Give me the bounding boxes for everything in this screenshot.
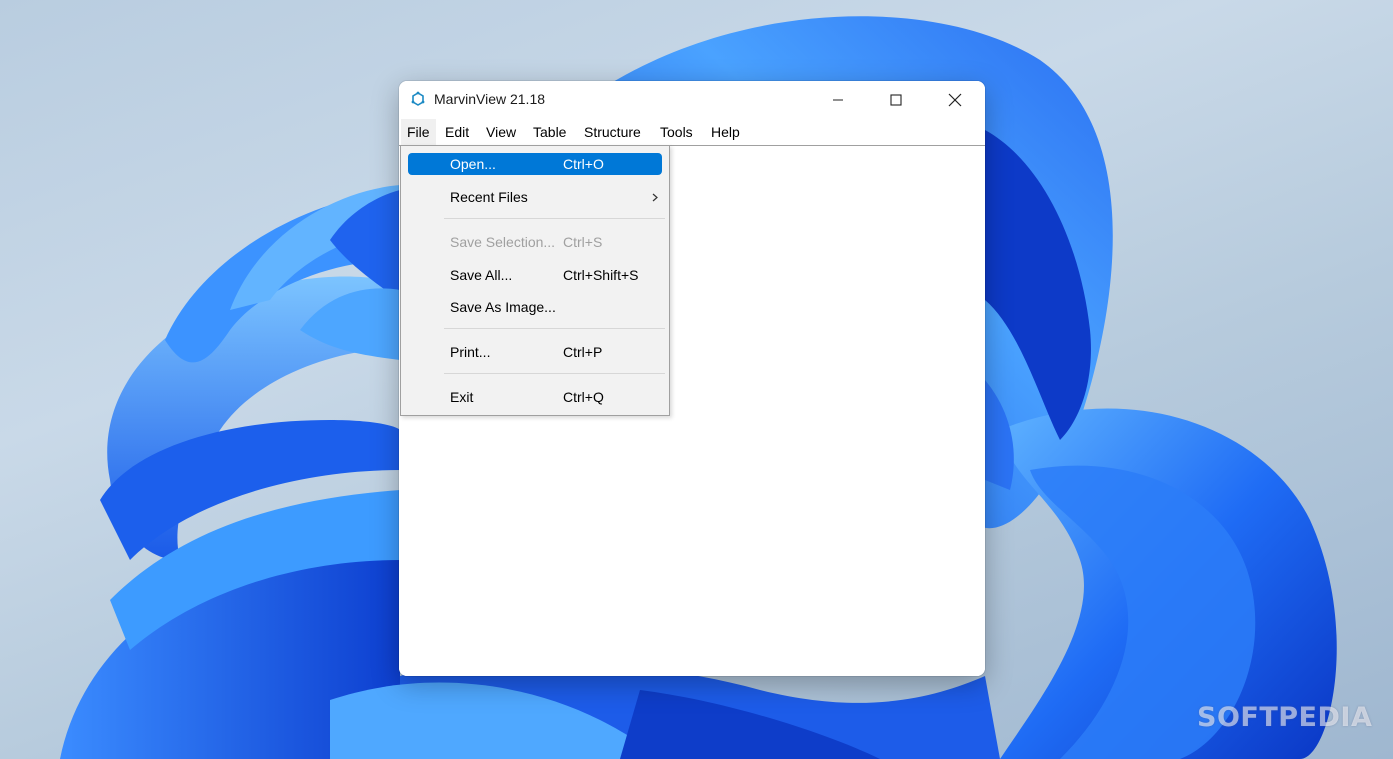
menu-item-exit[interactable]: Exit Ctrl+Q <box>408 386 662 408</box>
menu-item-recent-files[interactable]: Recent Files <box>408 186 662 208</box>
menu-item-label: Open... <box>450 156 496 172</box>
menu-structure[interactable]: Structure <box>578 119 647 145</box>
maximize-icon <box>890 94 902 106</box>
close-button[interactable] <box>926 81 984 119</box>
menu-file[interactable]: File <box>401 119 436 145</box>
menu-separator <box>444 218 665 219</box>
marvin-hexagon-icon <box>411 91 425 106</box>
close-icon <box>948 93 962 107</box>
menu-item-save-selection[interactable]: Save Selection... Ctrl+S <box>408 231 662 253</box>
menu-view[interactable]: View <box>480 119 522 145</box>
menu-item-label: Recent Files <box>450 189 528 205</box>
window-title: MarvinView 21.18 <box>434 91 546 107</box>
menu-table[interactable]: Table <box>527 119 572 145</box>
menu-item-print[interactable]: Print... Ctrl+P <box>408 341 662 363</box>
menu-bar: File Edit View Table Structure Tools Hel… <box>399 119 985 146</box>
chevron-right-icon <box>652 193 658 202</box>
softpedia-watermark: SOFTPEDIA <box>1197 702 1373 733</box>
menu-item-open[interactable]: Open... Ctrl+O <box>408 153 662 175</box>
menu-separator <box>444 373 665 374</box>
menu-item-shortcut: Ctrl+O <box>563 156 604 172</box>
menu-item-save-as-image[interactable]: Save As Image... <box>408 296 662 318</box>
menu-item-shortcut: Ctrl+Shift+S <box>563 267 639 283</box>
menu-item-label: Save As Image... <box>450 299 556 315</box>
menu-item-save-all[interactable]: Save All... Ctrl+Shift+S <box>408 264 662 286</box>
menu-item-label: Exit <box>450 389 474 405</box>
menu-separator <box>444 328 665 329</box>
menu-edit[interactable]: Edit <box>439 119 475 145</box>
maximize-button[interactable] <box>867 81 925 119</box>
minimize-button[interactable] <box>809 81 867 119</box>
menu-item-label: Save All... <box>450 267 513 283</box>
menu-item-label: Print... <box>450 344 491 360</box>
menu-item-label: Save Selection... <box>450 234 556 250</box>
file-dropdown-menu: Open... Ctrl+O Recent Files Save Selecti… <box>400 145 670 416</box>
minimize-icon <box>833 99 843 101</box>
menu-item-shortcut: Ctrl+Q <box>563 389 604 405</box>
desktop: SOFTPEDIA MarvinView 21.18 File Edit Vie… <box>0 0 1393 759</box>
menu-help[interactable]: Help <box>705 119 746 145</box>
menu-item-shortcut: Ctrl+P <box>563 344 603 360</box>
menu-tools[interactable]: Tools <box>654 119 699 145</box>
title-bar[interactable]: MarvinView 21.18 <box>399 81 985 119</box>
menu-item-shortcut: Ctrl+S <box>563 234 603 250</box>
